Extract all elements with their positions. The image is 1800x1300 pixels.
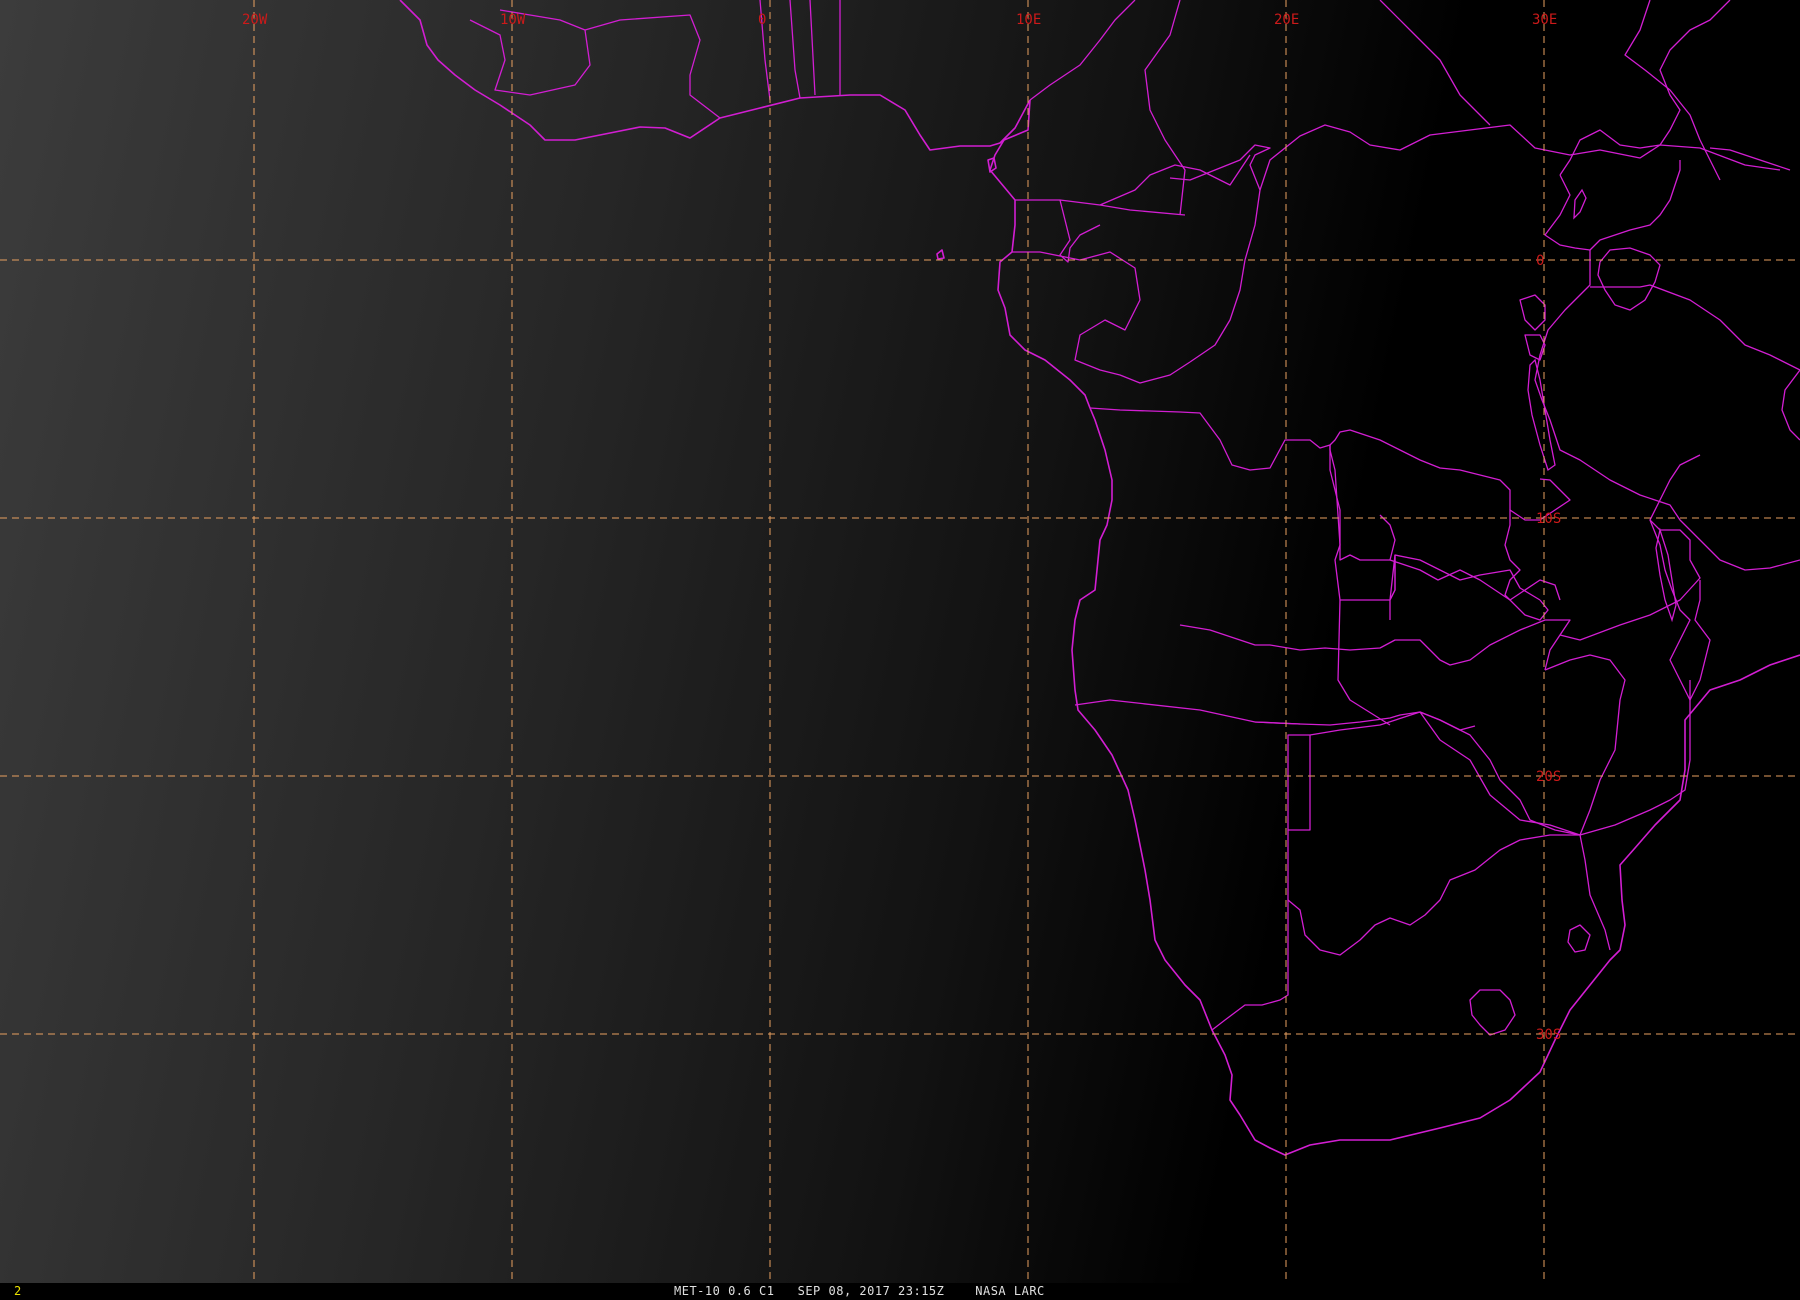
longitude-label: 0 [758, 12, 766, 28]
latitude-label: 0 [1536, 253, 1544, 269]
satellite-image-background [0, 0, 1800, 1283]
longitude-label: 10E [1016, 12, 1041, 28]
satellite-map: 20W 10W 0 10E 20E 30E 0 10S 20S 30S [0, 0, 1800, 1283]
longitude-label: 20E [1274, 12, 1299, 28]
longitude-label: 30E [1532, 12, 1557, 28]
longitude-label: 20W [242, 12, 268, 28]
frame-number: 2 [14, 1284, 22, 1298]
status-bar: 2 MET-10 0.6 C1 SEP 08, 2017 23:15Z NASA… [0, 1283, 1800, 1300]
latitude-label: 20S [1536, 769, 1561, 785]
image-caption: MET-10 0.6 C1 SEP 08, 2017 23:15Z NASA L… [674, 1284, 1045, 1298]
longitude-label: 10W [500, 12, 526, 28]
latitude-label: 30S [1536, 1027, 1561, 1043]
latitude-label: 10S [1536, 511, 1561, 527]
